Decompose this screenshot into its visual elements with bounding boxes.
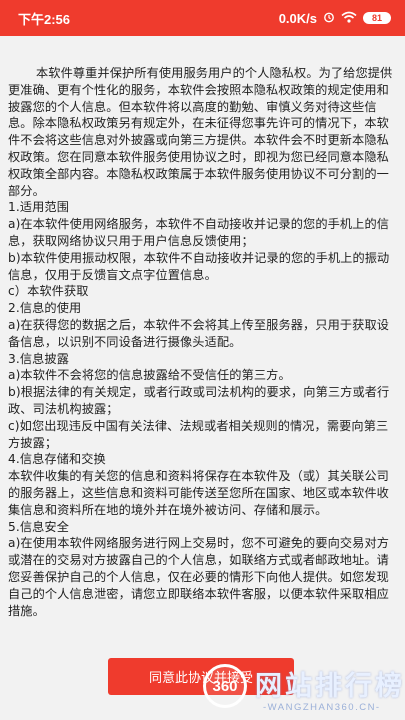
privacy-line: c）本软件获取 [8,284,89,299]
battery-indicator: 81 [363,12,391,24]
privacy-line: 4.信息存储和交换 [8,452,106,467]
privacy-line: b)本软件使用振动权限，本软件不自动接收并记录的您的手机上的振动信息，仅用于反馈… [8,250,390,282]
agree-button[interactable]: 同意此协议并接受 [108,658,294,695]
privacy-line: a)本软件不会将您的信息披露给不受信任的第三方。 [8,368,291,383]
privacy-intro: 本软件尊重并保护所有使用服务用户的个人隐私权。为了给您提供更准确、更有个性化的服… [8,66,393,198]
privacy-line: a)在本软件使用网络服务，本软件不自动接收并记录的您的手机上的信息，获取网络协议… [8,217,390,248]
privacy-line: a)在使用本软件网络服务进行网上交易时，您不可避免的要向交易对方或潜在的交易对方… [8,536,390,618]
privacy-line: 2.信息的使用 [8,301,82,316]
status-icons: 0.0K/s 81 [279,11,391,26]
privacy-policy-text: 本软件尊重并保护所有使用服务用户的个人隐私权。为了给您提供更准确、更有个性化的服… [0,36,405,720]
privacy-line: a)在获得您的数据之后，本软件不会将其上传至服务器，只用于获取设备信息，以识别不… [8,317,390,349]
wifi-icon [341,11,357,26]
privacy-line: 3.信息披露 [8,351,69,366]
privacy-line: 5.信息安全 [8,519,69,534]
privacy-line: 本软件收集的有关您的信息和资料将保存在本软件及（或）其关联公司的服务器上，这些信… [8,469,389,517]
privacy-line: b)根据法律的有关规定，或者行政或司法机构的要求，向第三方或者行政、司法机构披露… [8,385,390,416]
network-speed: 0.0K/s [278,10,317,26]
status-time: 下午2:56 [18,11,71,27]
status-bar: 下午2:56 0.0K/s 81 [0,0,405,36]
alarm-clock-icon [323,11,335,26]
privacy-line: c)如您出现违反中国有关法律、法规或者相关规则的情况，需要向第三方披露； [8,418,389,450]
privacy-line: 1.适用范围 [8,200,69,215]
